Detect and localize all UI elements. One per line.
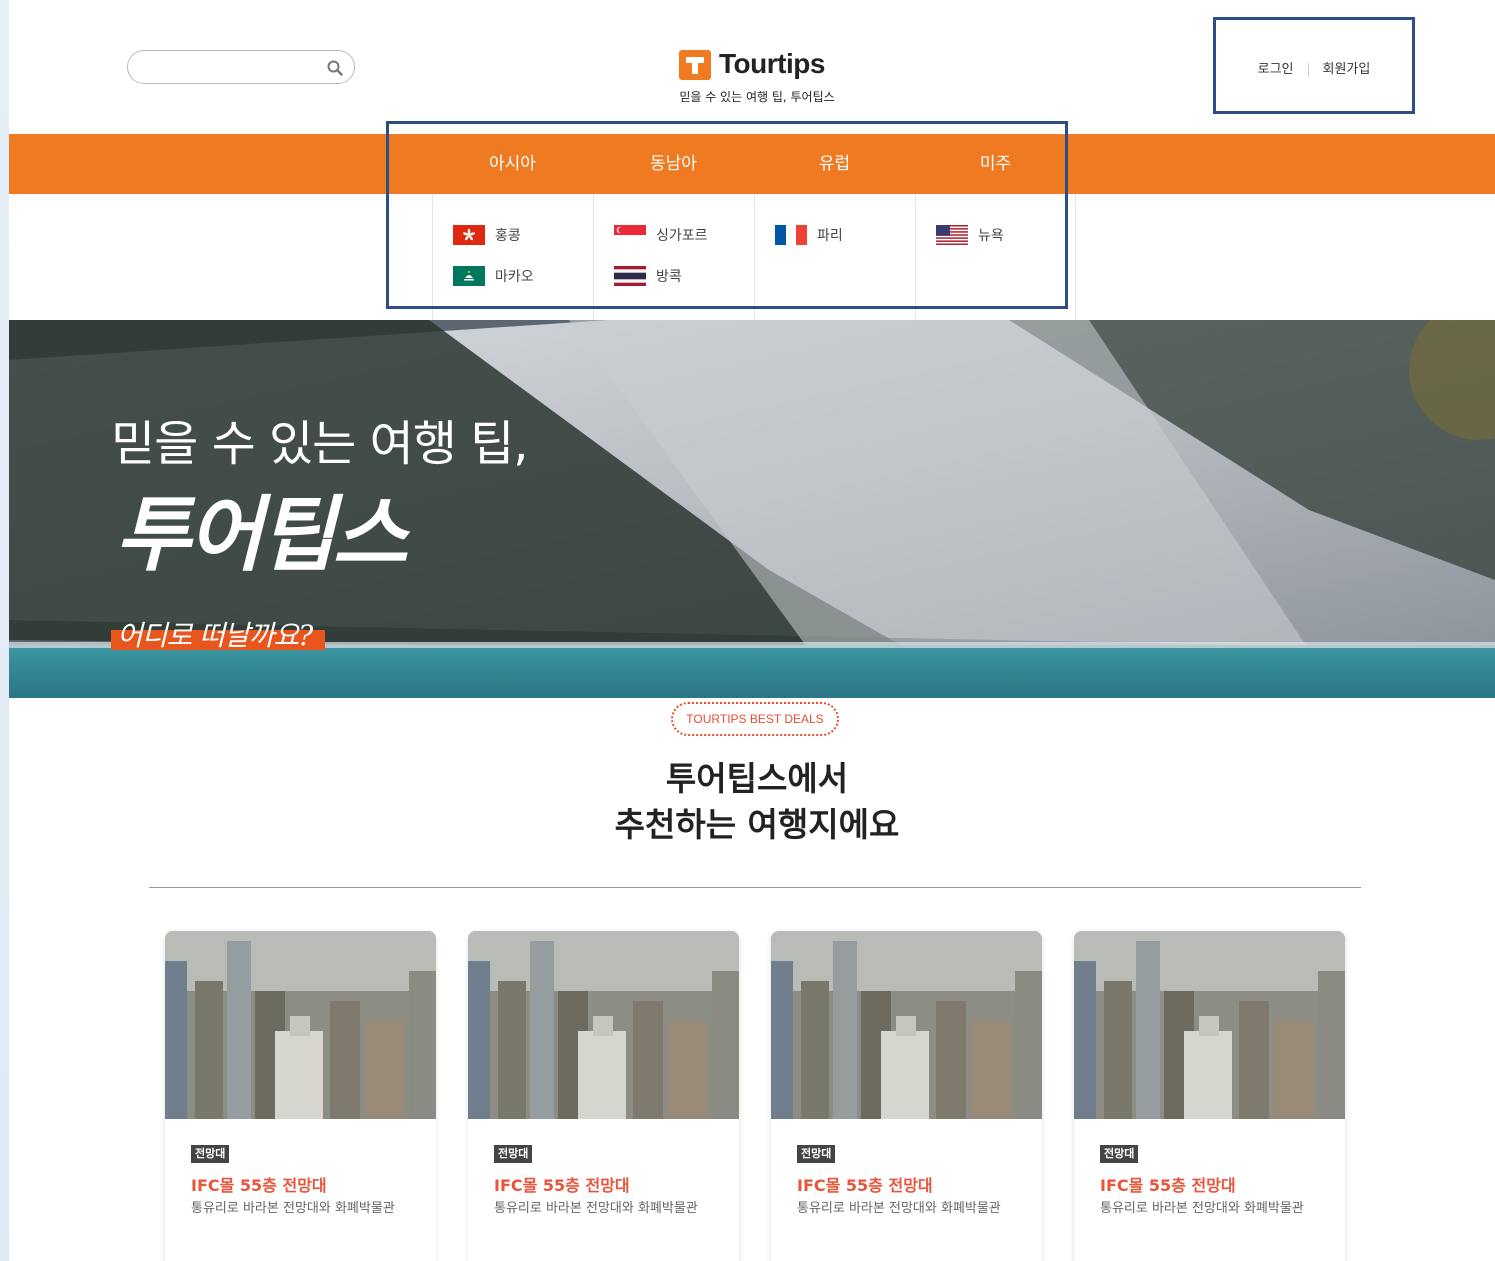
auth-links: 로그인 회원가입 xyxy=(1216,58,1412,77)
hero-cta-button[interactable]: 어디로 떠날까요? xyxy=(111,614,325,654)
auth-box: 로그인 회원가입 xyxy=(1213,17,1415,114)
logo-text: Tourtips xyxy=(719,48,825,79)
city-link-singapore[interactable]: 싱가포르 xyxy=(614,224,754,246)
deals-title-line2: 추천하는 여행지에요 xyxy=(614,805,900,844)
card-description: 통유리로 바라본 전망대와 화폐박물관 xyxy=(1100,1201,1304,1216)
login-link[interactable]: 로그인 xyxy=(1244,62,1308,77)
card-tag: 전망대 xyxy=(797,1145,836,1163)
card-title: IFC몰 55층 전망대 xyxy=(1100,1176,1236,1195)
card-title: IFC몰 55층 전망대 xyxy=(494,1176,630,1195)
deals-badge: TOURTIPS BEST DEALS xyxy=(671,702,839,736)
card-image xyxy=(1074,931,1345,1119)
dropdown-column-asia: 홍콩 마카오 xyxy=(432,194,593,320)
nav-item-americas[interactable]: 미주 xyxy=(915,134,1076,194)
city-name: 뉴욕 xyxy=(978,228,1004,244)
nav-bar: 아시아 동남아 유럽 미주 xyxy=(9,134,1495,194)
card-description: 통유리로 바라본 전망대와 화폐박물관 xyxy=(494,1201,698,1216)
signup-link[interactable]: 회원가입 xyxy=(1309,62,1385,77)
card-image xyxy=(468,931,739,1119)
city-name: 방콕 xyxy=(656,269,682,285)
search-input[interactable] xyxy=(142,57,322,77)
city-link-paris[interactable]: 파리 xyxy=(775,224,915,246)
hongkong-flag-icon xyxy=(453,225,485,245)
city-link-hongkong[interactable]: 홍콩 xyxy=(453,224,593,246)
hero-headline: 믿을 수 있는 여행 팁, xyxy=(111,416,529,472)
deals-title: 투어팁스에서 추천하는 여행지에요 xyxy=(9,756,1495,848)
hero-brand-title: 투어팁스 xyxy=(115,488,408,583)
card-description: 통유리로 바라본 전망대와 화폐박물관 xyxy=(797,1201,1001,1216)
search-box[interactable] xyxy=(127,50,355,84)
city-name: 마카오 xyxy=(495,269,534,285)
card-tag: 전망대 xyxy=(1100,1145,1139,1163)
city-link-newyork[interactable]: 뉴욕 xyxy=(936,224,1075,246)
usa-flag-icon xyxy=(936,225,968,245)
singapore-flag-icon xyxy=(614,225,646,245)
nav-menu: 아시아 동남아 유럽 미주 xyxy=(432,134,1076,194)
card-description: 통유리로 바라본 전망대와 화폐박물관 xyxy=(191,1201,395,1216)
nav-item-europe[interactable]: 유럽 xyxy=(754,134,915,194)
macau-flag-icon xyxy=(453,266,485,286)
search-icon[interactable] xyxy=(326,59,344,77)
card-image xyxy=(771,931,1042,1119)
hero-banner: 믿을 수 있는 여행 팁, 투어팁스 어디로 떠날까요? xyxy=(9,320,1495,698)
city-name: 홍콩 xyxy=(495,228,521,244)
thailand-flag-icon xyxy=(614,266,646,286)
deal-card[interactable]: 전망대 IFC몰 55층 전망대 통유리로 바라본 전망대와 화폐박물관 xyxy=(1074,931,1345,1261)
city-name: 싱가포르 xyxy=(656,228,708,244)
nav-dropdown: 홍콩 마카오 싱가포르 방콕 파리 뉴욕 xyxy=(432,194,1076,320)
deal-card[interactable]: 전망대 IFC몰 55층 전망대 통유리로 바라본 전망대와 화폐박물관 xyxy=(165,931,436,1261)
nav-item-asia[interactable]: 아시아 xyxy=(432,134,593,194)
deal-card[interactable]: 전망대 IFC몰 55층 전망대 통유리로 바라본 전망대와 화폐박물관 xyxy=(771,931,1042,1261)
city-name: 파리 xyxy=(817,228,843,244)
deals-title-line1: 투어팁스에서 xyxy=(665,759,849,798)
page: Tourtips 믿을 수 있는 여행 팁, 투어팁스 로그인 회원가입 아시아 … xyxy=(9,0,1495,1261)
card-title: IFC몰 55층 전망대 xyxy=(191,1176,327,1195)
logo-icon xyxy=(679,50,711,80)
dropdown-column-southeast-asia: 싱가포르 방콕 xyxy=(593,194,754,320)
france-flag-icon xyxy=(775,225,807,245)
card-tag: 전망대 xyxy=(191,1145,230,1163)
dropdown-column-europe: 파리 xyxy=(754,194,915,320)
card-title: IFC몰 55층 전망대 xyxy=(797,1176,933,1195)
city-link-bangkok[interactable]: 방콕 xyxy=(614,265,754,287)
section-divider xyxy=(149,887,1361,888)
nav-item-southeast-asia[interactable]: 동남아 xyxy=(593,134,754,194)
city-link-macau[interactable]: 마카오 xyxy=(453,265,593,287)
hero-cta-label: 어디로 떠날까요? xyxy=(117,619,313,652)
logo[interactable]: Tourtips xyxy=(679,48,849,88)
deal-card[interactable]: 전망대 IFC몰 55층 전망대 통유리로 바라본 전망대와 화폐박물관 xyxy=(468,931,739,1261)
dropdown-column-americas: 뉴욕 xyxy=(915,194,1076,320)
card-tag: 전망대 xyxy=(494,1145,533,1163)
card-image xyxy=(165,931,436,1119)
